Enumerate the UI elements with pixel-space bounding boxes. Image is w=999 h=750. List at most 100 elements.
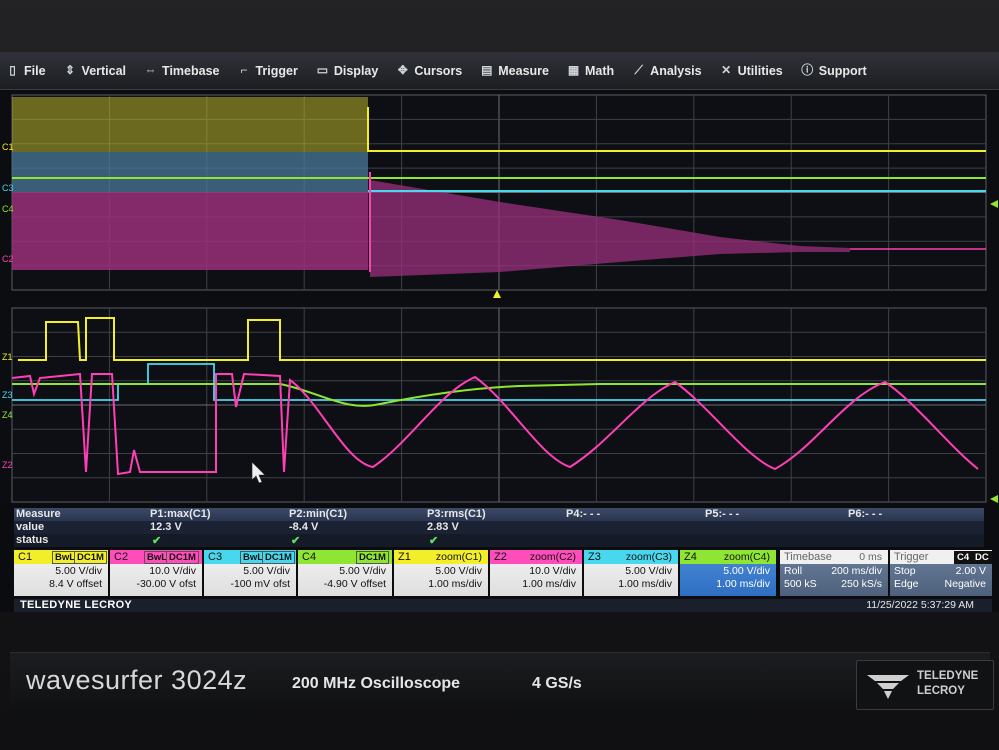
- c4-scale: 5.00 V/div: [339, 565, 386, 577]
- p6-name[interactable]: P6:- - -: [848, 508, 882, 520]
- status-bar: TELEDYNE LECROY 11/25/2022 5:37:29 AM: [14, 599, 992, 612]
- c3-label: C3: [208, 551, 223, 563]
- trigger-type: Edge: [894, 578, 919, 590]
- z4-descriptor-header: Z4 zoom(C4): [680, 550, 776, 564]
- p3-name[interactable]: P3:rms(C1): [427, 508, 486, 520]
- p1-name[interactable]: P1:max(C1): [150, 508, 211, 520]
- c4-ground-label: C4: [2, 204, 14, 214]
- z4-scale: 5.00 V/div: [723, 565, 770, 577]
- c4-coupling-tag: DC1M: [356, 551, 389, 564]
- z3-ground-label: Z3: [2, 390, 13, 400]
- timebase-delay: 0 ms: [859, 551, 882, 563]
- p4-name[interactable]: P4:- - -: [566, 508, 600, 520]
- z4-ground-label: Z4: [2, 410, 13, 420]
- z1-timebase: 1.00 ms/div: [428, 578, 482, 590]
- c1-label: C1: [18, 551, 33, 563]
- timebase-rate: 200 ms/div: [831, 565, 882, 577]
- model-name: wavesurfer 3024z: [26, 665, 248, 695]
- z3-source: zoom(C3): [625, 551, 672, 563]
- measure-value-row: value 12.3 V -8.4 V 2.83 V: [14, 521, 984, 534]
- z4-timebase: 1.00 ms/div: [716, 578, 770, 590]
- info-panel: Measure P1:max(C1) P2:min(C1) P3:rms(C1)…: [0, 504, 999, 612]
- z1-ground-label: Z1: [2, 352, 13, 362]
- z3-label: Z3: [588, 551, 601, 563]
- c4-descriptor[interactable]: C4 DC1M 5.00 V/div -4.90 V offset: [298, 550, 394, 596]
- trigger-descriptor-header: Trigger C4 DC: [890, 550, 992, 564]
- z1-descriptor[interactable]: Z1 zoom(C1) 5.00 V/div 1.00 ms/div: [394, 550, 490, 596]
- teledyne-lecroy-logo: TELEDYNE LECROY: [856, 660, 994, 710]
- z2-descriptor-header: Z2 zoom(C2): [490, 550, 582, 564]
- c1-descriptor-header: C1 BwL DC1M: [14, 550, 108, 564]
- p5-name[interactable]: P5:- - -: [705, 508, 739, 520]
- z2-descriptor[interactable]: Z2 zoom(C2) 10.0 V/div 1.00 ms/div: [490, 550, 584, 596]
- logo-line-1: TELEDYNE: [917, 670, 979, 682]
- z4-source: zoom(C4): [723, 551, 770, 563]
- c4-label: C4: [302, 551, 317, 563]
- lower-level-marker: [990, 495, 998, 503]
- c4-offset: -4.90 V offset: [323, 578, 386, 590]
- trigger-mode: Stop: [894, 565, 916, 577]
- c1-scale: 5.00 V/div: [55, 565, 102, 577]
- z4-descriptor[interactable]: Z4 zoom(C4) 5.00 V/div 1.00 ms/div: [680, 550, 778, 596]
- c2-coupling-tag: DC1M: [166, 551, 199, 564]
- p3-value: 2.83 V: [427, 521, 459, 533]
- c1-descriptor[interactable]: C1 BwL DC1M 5.00 V/div 8.4 V offset: [14, 550, 110, 596]
- p2-name[interactable]: P2:min(C1): [289, 508, 347, 520]
- timebase-mode: Roll: [784, 565, 803, 577]
- timebase-label: Timebase: [784, 551, 832, 563]
- z3-descriptor[interactable]: Z3 zoom(C3) 5.00 V/div 1.00 ms/div: [584, 550, 680, 596]
- trigger-channel-tag: C4: [954, 551, 973, 564]
- z1-scale: 5.00 V/div: [435, 565, 482, 577]
- sample-rate-spec: 4 GS/s: [532, 675, 582, 692]
- z2-timebase: 1.00 ms/div: [522, 578, 576, 590]
- trigger-label: Trigger: [894, 551, 929, 563]
- value-label: value: [16, 521, 45, 533]
- trigger-level: 2.00 V: [955, 565, 986, 577]
- c3-offset: -100 mV ofst: [230, 578, 290, 590]
- p2-status-check-icon: ✔: [291, 535, 301, 547]
- c2-descriptor-header: C2 BwL DC1M: [110, 550, 202, 564]
- c3-ground-label: C3: [2, 183, 14, 193]
- z2-scale: 10.0 V/div: [529, 565, 576, 577]
- c2-rolled-trace: [12, 192, 368, 270]
- brand-text: TELEDYNE LECROY: [20, 599, 133, 611]
- z3-descriptor-header: Z3 zoom(C3): [584, 550, 678, 564]
- c1-offset: 8.4 V offset: [49, 578, 102, 590]
- z3-scale: 5.00 V/div: [625, 565, 672, 577]
- c2-offset: -30.00 V ofst: [136, 578, 196, 590]
- z3-timebase: 1.00 ms/div: [618, 578, 672, 590]
- trigger-coupling-tag: DC: [972, 551, 992, 564]
- channel-descriptor-row: C1 BwL DC1M 5.00 V/div 8.4 V offset C2 B…: [14, 550, 992, 596]
- z1-source: zoom(C1): [435, 551, 482, 563]
- p2-value: -8.4 V: [289, 521, 319, 533]
- waveform-display[interactable]: C1 C3 C4 C2 Z1 Z3 Z4 Z2: [0, 52, 999, 504]
- c2-ground-label: C2: [2, 254, 14, 264]
- measure-header-row[interactable]: Measure P1:max(C1) P2:min(C1) P3:rms(C1)…: [14, 508, 984, 521]
- timebase-samples: 500 kS: [784, 578, 817, 590]
- z2-source: zoom(C2): [529, 551, 576, 563]
- timebase-descriptor-header: Timebase 0 ms: [780, 550, 888, 564]
- trigger-descriptor[interactable]: Trigger C4 DC Stop 2.00 V Edge Negative: [890, 550, 992, 596]
- measure-status-row: status ✔ ✔ ✔: [14, 534, 984, 547]
- c1-rolled-trace: [12, 97, 368, 152]
- bezel-footer: wavesurfer 3024z 200 MHz Oscilloscope 4 …: [0, 612, 999, 750]
- c2-descriptor[interactable]: C2 BwL DC1M 10.0 V/div -30.00 V ofst: [110, 550, 204, 596]
- trigger-level-marker: [990, 200, 998, 208]
- timebase-sample-rate: 250 kS/s: [841, 578, 882, 590]
- z1-descriptor-header: Z1 zoom(C1): [394, 550, 488, 564]
- c4-descriptor-header: C4 DC1M: [298, 550, 392, 564]
- c3-scale: 5.00 V/div: [243, 565, 290, 577]
- c3-descriptor-header: C3 BwL DC1M: [204, 550, 296, 564]
- scope-screen: ▯ File ⇕ Vertical ⇔ Timebase ⌐ Trigger ▭ Disp…: [0, 52, 999, 612]
- z1-label: Z1: [398, 551, 411, 563]
- c2-scale: 10.0 V/div: [149, 565, 196, 577]
- trigger-slope: Negative: [944, 578, 986, 590]
- timebase-descriptor[interactable]: Timebase 0 ms Roll 200 ms/div 500 kS 250…: [780, 550, 890, 596]
- z2-label: Z2: [494, 551, 507, 563]
- trigger-position-marker: [493, 290, 501, 298]
- status-label: status: [16, 534, 49, 546]
- bandwidth-spec: 200 MHz Oscilloscope: [292, 675, 461, 692]
- p1-value: 12.3 V: [150, 521, 182, 533]
- c3-descriptor[interactable]: C3 BwL DC1M 5.00 V/div -100 mV ofst: [204, 550, 298, 596]
- teledyne-logo-icon: [867, 675, 909, 699]
